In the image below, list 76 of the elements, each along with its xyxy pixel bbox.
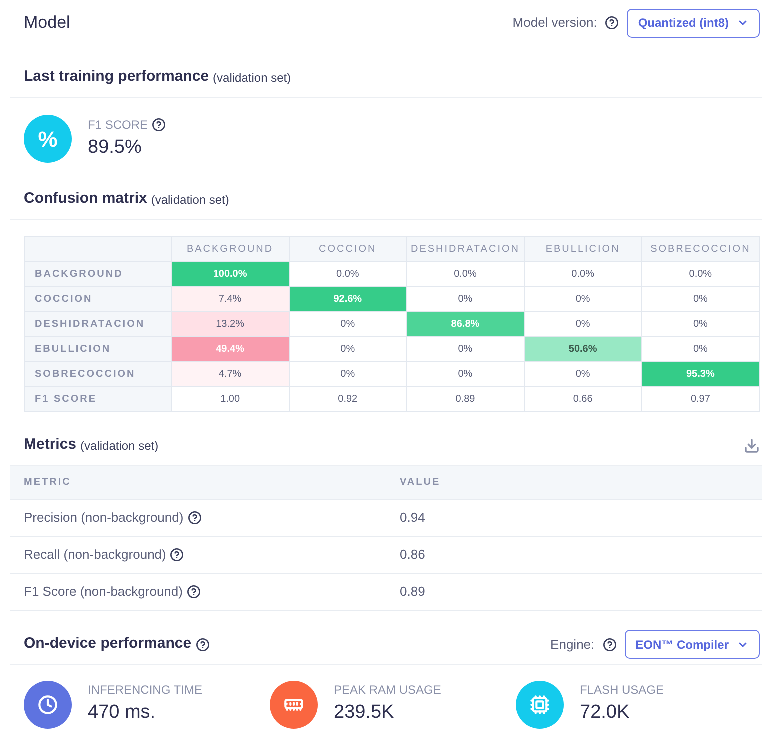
- metric-name: F1 Score (non-background): [24, 583, 183, 602]
- help-icon[interactable]: [186, 585, 201, 599]
- column-header: SOBRECOCCION: [642, 236, 760, 262]
- dropdown[interactable]: Quantized (int8): [627, 8, 760, 38]
- matrix-cell: 0.89: [406, 386, 524, 412]
- help-icon[interactable]: [605, 16, 620, 30]
- matrix-cell: 0%: [289, 312, 407, 336]
- percent-badge: %: [24, 115, 72, 163]
- row-header: EBULLICION: [24, 336, 172, 362]
- column-header: VALUE: [400, 476, 441, 490]
- matrix-cell: 0%: [406, 362, 524, 386]
- chip-icon: [530, 695, 550, 715]
- stat-value: 470 ms.: [88, 701, 157, 725]
- stat-value: 239.5K: [334, 701, 396, 725]
- section-note: (validation set): [151, 192, 230, 208]
- engine-label: Engine:: [550, 636, 595, 654]
- matrix-cell: 86.8%: [406, 312, 524, 336]
- matrix-cell: 92.6%: [289, 286, 407, 312]
- matrix-cell: 0%: [289, 336, 407, 362]
- matrix-cell: 95.3%: [642, 362, 760, 386]
- clock-icon: [38, 695, 58, 715]
- version-label: Model version:: [512, 14, 598, 32]
- section-title: On-device performance: [24, 634, 192, 654]
- matrix-cell: 49.4%: [172, 336, 290, 362]
- help-icon[interactable]: [196, 638, 210, 652]
- help-icon[interactable]: [188, 511, 202, 525]
- matrix-cell: 0.0%: [524, 262, 642, 286]
- matrix-cell: 100.0%: [172, 262, 290, 286]
- dropdown[interactable]: EON™ Compiler: [624, 630, 760, 659]
- matrix-cell: 0%: [289, 362, 407, 386]
- download-icon[interactable]: [744, 438, 760, 454]
- page-title: Model: [24, 12, 70, 34]
- matrix-cell: 1.00: [172, 386, 290, 412]
- column-header: BACKGROUND: [172, 236, 290, 262]
- help-icon[interactable]: [152, 118, 166, 132]
- metric-name: Precision (non-background): [24, 509, 184, 528]
- metric-value: 0.89: [400, 583, 426, 602]
- row-header: DESHIDRATACION: [24, 312, 172, 336]
- row-header: COCCION: [24, 286, 172, 312]
- stat-label: PEAK RAM USAGE: [334, 682, 442, 699]
- matrix-cell: 13.2%: [172, 312, 290, 336]
- matrix-cell: 0.66: [524, 386, 642, 412]
- stat-value: 89.5%: [88, 136, 143, 160]
- section-note: (validation set): [80, 438, 159, 454]
- row-header: F1 SCORE: [24, 386, 172, 412]
- matrix-cell: 0.0%: [406, 262, 524, 286]
- section-title: Metrics: [24, 435, 77, 456]
- section-note: (validation set): [213, 70, 292, 86]
- column-header: EBULLICION: [524, 236, 642, 262]
- matrix-cell: 0%: [524, 286, 642, 312]
- section-title: Confusion matrix: [24, 189, 148, 210]
- section-title: Last training performance: [24, 67, 210, 88]
- matrix-cell: 0.92: [289, 386, 407, 412]
- matrix-cell: 0%: [406, 336, 524, 362]
- metric-value: 0.94: [400, 509, 426, 528]
- stat-value: 72.0K: [580, 701, 631, 725]
- stat-label: INFERENCING TIME: [88, 682, 202, 699]
- metric-name: Recall (non-background): [24, 546, 166, 564]
- matrix-cell: 0.97: [642, 386, 760, 412]
- column-header: METRIC: [23, 476, 72, 490]
- help-icon[interactable]: [602, 638, 617, 652]
- metric-value: 0.86: [400, 546, 426, 564]
- matrix-cell: 0%: [642, 312, 760, 336]
- matrix-cell: 50.6%: [524, 336, 642, 362]
- column-header: COCCION: [289, 236, 407, 262]
- matrix-cell: 7.4%: [172, 286, 290, 312]
- column-header: DESHIDRATACION: [406, 236, 524, 262]
- matrix-cell: 0.0%: [642, 262, 760, 286]
- row-header: SOBRECOCCION: [24, 362, 172, 386]
- stat-label: F1 SCORE: [88, 116, 148, 134]
- matrix-cell: 0%: [642, 286, 760, 312]
- matrix-cell: 4.7%: [172, 362, 290, 386]
- matrix-cell: 0%: [524, 362, 642, 386]
- help-icon[interactable]: [170, 548, 184, 562]
- stat-label: FLASH USAGE: [580, 682, 664, 699]
- row-header: BACKGROUND: [24, 262, 172, 286]
